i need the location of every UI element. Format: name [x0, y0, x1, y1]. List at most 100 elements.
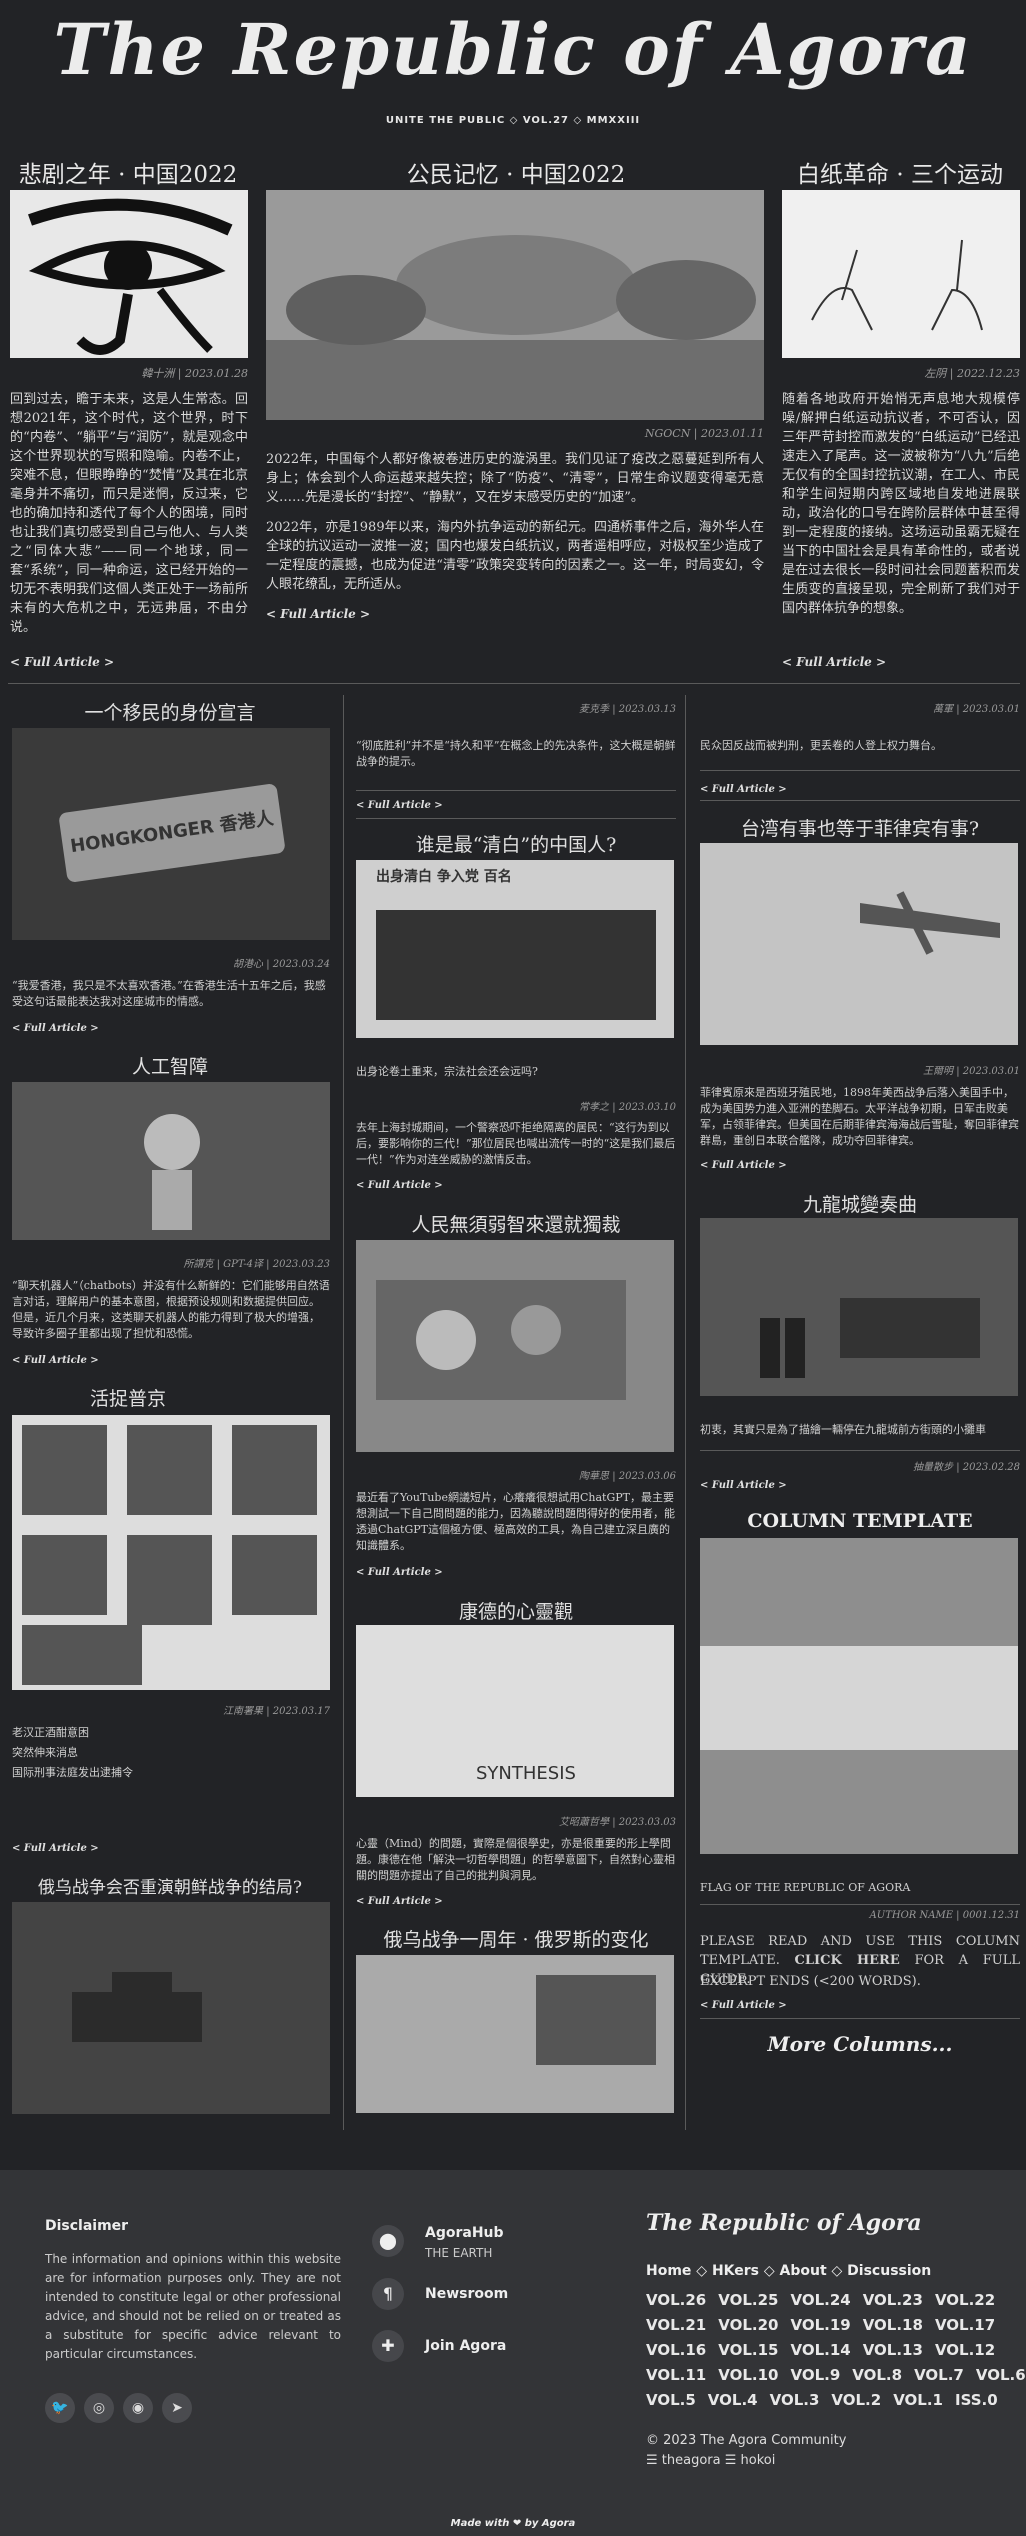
volume-link[interactable]: VOL.14	[790, 2341, 850, 2359]
social-handles[interactable]: ☰ theagora ☰ hokoi	[646, 2453, 775, 2468]
blank-paper-hands-image	[782, 190, 1020, 358]
volume-link[interactable]: VOL.26	[646, 2291, 706, 2309]
article-credit: 抽量散步 | 2023.02.28	[913, 1462, 1020, 1473]
github-icon[interactable]: ◎	[84, 2393, 114, 2423]
diagram-label: SYNTHESIS	[476, 1763, 576, 1784]
tank-battlefield-image	[12, 1902, 330, 2114]
hongkonger-badge: HONGKONGER 香港人	[58, 783, 286, 883]
volume-link[interactable]: VOL.16	[646, 2341, 706, 2359]
full-article-link[interactable]: < Full Article >	[356, 800, 443, 811]
volume-link[interactable]: VOL.15	[718, 2341, 778, 2359]
poem-line: 老汉正酒酣意困	[12, 1726, 89, 1739]
article-title[interactable]: 人民無須弱智來還就獨裁	[356, 1210, 676, 1237]
eye-of-horus-image	[10, 190, 248, 358]
volume-link[interactable]: VOL.4	[708, 2391, 758, 2409]
newsroom-link[interactable]: Newsroom	[425, 2286, 508, 2302]
volume-link[interactable]: VOL.6	[976, 2366, 1026, 2384]
article-excerpt: “聊天机器人”（chatbots）并没有什么新鲜的：它们能够用自然语言对话，理解…	[12, 1279, 330, 1340]
masthead-subtitle: UNITE THE PUBLIC ◇ VOL.27 ◇ MMXXIII	[385, 115, 641, 126]
full-article-link[interactable]: < Full Article >	[356, 1180, 443, 1191]
flag-caption: FLAG OF THE REPUBLIC OF AGORA	[700, 1881, 911, 1894]
volume-link[interactable]: VOL.21	[646, 2316, 706, 2334]
site-footer: Disclaimer The information and opinions …	[0, 2170, 1026, 2536]
volume-link[interactable]: VOL.1	[893, 2391, 943, 2409]
excerpt-note: EXCERPT ENDS (<200 WORDS).	[700, 1974, 921, 1989]
volume-link[interactable]: VOL.22	[935, 2291, 995, 2309]
twitter-icon[interactable]: 🐦	[45, 2393, 75, 2423]
puzzle-icon: ✚	[372, 2330, 404, 2362]
click-here-link[interactable]: CLICK HERE	[795, 1953, 900, 1968]
volume-link[interactable]: VOL.18	[863, 2316, 923, 2334]
flag-stripe	[700, 1646, 1018, 1750]
full-article-link[interactable]: < Full Article >	[356, 1896, 443, 1907]
agorahub-subtitle: THE EARTH	[425, 2246, 493, 2260]
volume-link[interactable]: VOL.20	[718, 2316, 778, 2334]
agorahub-link[interactable]: AgoraHub	[425, 2225, 504, 2241]
volume-link[interactable]: VOL.7	[914, 2366, 964, 2384]
article-title[interactable]: 康德的心靈觀	[356, 1597, 676, 1624]
column-divider	[685, 695, 686, 2130]
copyright: © 2023 The Agora Community	[646, 2433, 847, 2448]
volume-link[interactable]: VOL.12	[935, 2341, 995, 2359]
section-divider	[8, 683, 1020, 684]
article-credit: 韓十洲 | 2023.01.28	[141, 367, 248, 380]
volume-link[interactable]: VOL.9	[790, 2366, 840, 2384]
article-credit: 左阴 | 2022.12.23	[924, 367, 1020, 380]
military-aircraft-image	[700, 843, 1018, 1045]
article-title[interactable]: 谁是最“清白”的中国人?	[356, 830, 676, 857]
full-article-link[interactable]: < Full Article >	[700, 784, 787, 795]
full-article-link[interactable]: < Full Article >	[12, 1023, 99, 1034]
article-title[interactable]: 一个移民的身份宣言	[10, 698, 330, 725]
article-credit: 胡港心 | 2023.03.24	[233, 959, 330, 970]
article-title[interactable]: 俄乌战争一周年 · 俄罗斯的变化	[356, 1925, 676, 1952]
disclaimer-title: Disclaimer	[45, 2218, 129, 2234]
full-article-link[interactable]: < Full Article >	[356, 1567, 443, 1578]
volume-link[interactable]: VOL.23	[863, 2291, 923, 2309]
full-article-link[interactable]: < Full Article >	[12, 1355, 99, 1366]
volume-row: VOL.16 VOL.15 VOL.14 VOL.13 VOL.12	[646, 2340, 1006, 2365]
join-agora-link[interactable]: Join Agora	[425, 2338, 506, 2354]
article-title[interactable]: 俄乌战争会否重演朝鲜战争的结局?	[10, 1873, 330, 1898]
volume-link[interactable]: VOL.19	[790, 2316, 850, 2334]
more-columns-link[interactable]: More Columns...	[700, 2032, 1020, 2056]
article-excerpt: 心靈（Mind）的問題，實際是個很學史，亦是很重要的形上學問題。康德在他「解決一…	[356, 1837, 675, 1882]
article-title[interactable]: 悲剧之年 · 中国2022	[8, 155, 248, 189]
article-title[interactable]: 台湾有事也等于菲律宾有事?	[700, 814, 1020, 841]
full-article-link[interactable]: < Full Article >	[10, 655, 114, 669]
flag-stripe	[700, 1750, 1018, 1854]
nav-hkers[interactable]: HKers	[712, 2263, 759, 2279]
full-article-link[interactable]: < Full Article >	[700, 1160, 787, 1171]
nav-discussion[interactable]: Discussion	[847, 2263, 931, 2279]
article-excerpt: 民众因反战而被判刑，更丢卷的人登上权力舞台。	[700, 739, 942, 752]
volume-link[interactable]: VOL.24	[790, 2291, 850, 2309]
reddit-icon[interactable]: ◉	[123, 2393, 153, 2423]
full-article-link[interactable]: < Full Article >	[700, 2000, 787, 2011]
column-template-title[interactable]: COLUMN TEMPLATE	[700, 1510, 1020, 1532]
volume-link[interactable]: VOL.25	[718, 2291, 778, 2309]
nav-home[interactable]: Home	[646, 2263, 691, 2279]
article-title[interactable]: 人工智障	[10, 1052, 330, 1079]
article-title[interactable]: 公民记忆 · 中国2022	[268, 155, 764, 189]
article-title[interactable]: 活捉普京	[10, 1384, 330, 1411]
volume-link[interactable]: VOL.5	[646, 2391, 696, 2409]
full-article-link[interactable]: < Full Article >	[782, 655, 886, 669]
volume-link[interactable]: VOL.17	[935, 2316, 995, 2334]
volume-link[interactable]: VOL.8	[852, 2366, 902, 2384]
volume-link[interactable]: VOL.10	[718, 2366, 778, 2384]
volume-link[interactable]: VOL.3	[770, 2391, 820, 2409]
telegram-icon[interactable]: ➤	[162, 2393, 192, 2423]
full-article-link[interactable]: < Full Article >	[700, 1480, 787, 1491]
location-icon: ⬤	[372, 2225, 404, 2257]
article-credit: NGOCN | 2023.01.11	[644, 427, 764, 440]
full-article-link[interactable]: < Full Article >	[266, 607, 370, 621]
article-title[interactable]: 九龍城變奏曲	[700, 1190, 1020, 1217]
volume-link[interactable]: VOL.13	[863, 2341, 923, 2359]
nav-about[interactable]: About	[780, 2263, 827, 2279]
disclaimer-text: The information and opinions within this…	[45, 2252, 341, 2361]
full-article-link[interactable]: < Full Article >	[12, 1843, 99, 1854]
masthead-title: The Republic of Agora	[53, 8, 973, 91]
article-title[interactable]: 白纸革命 · 三个运动	[780, 155, 1020, 189]
volume-link[interactable]: VOL.11	[646, 2366, 706, 2384]
volume-link[interactable]: VOL.2	[831, 2391, 881, 2409]
volume-link[interactable]: ISS.0	[955, 2391, 998, 2409]
